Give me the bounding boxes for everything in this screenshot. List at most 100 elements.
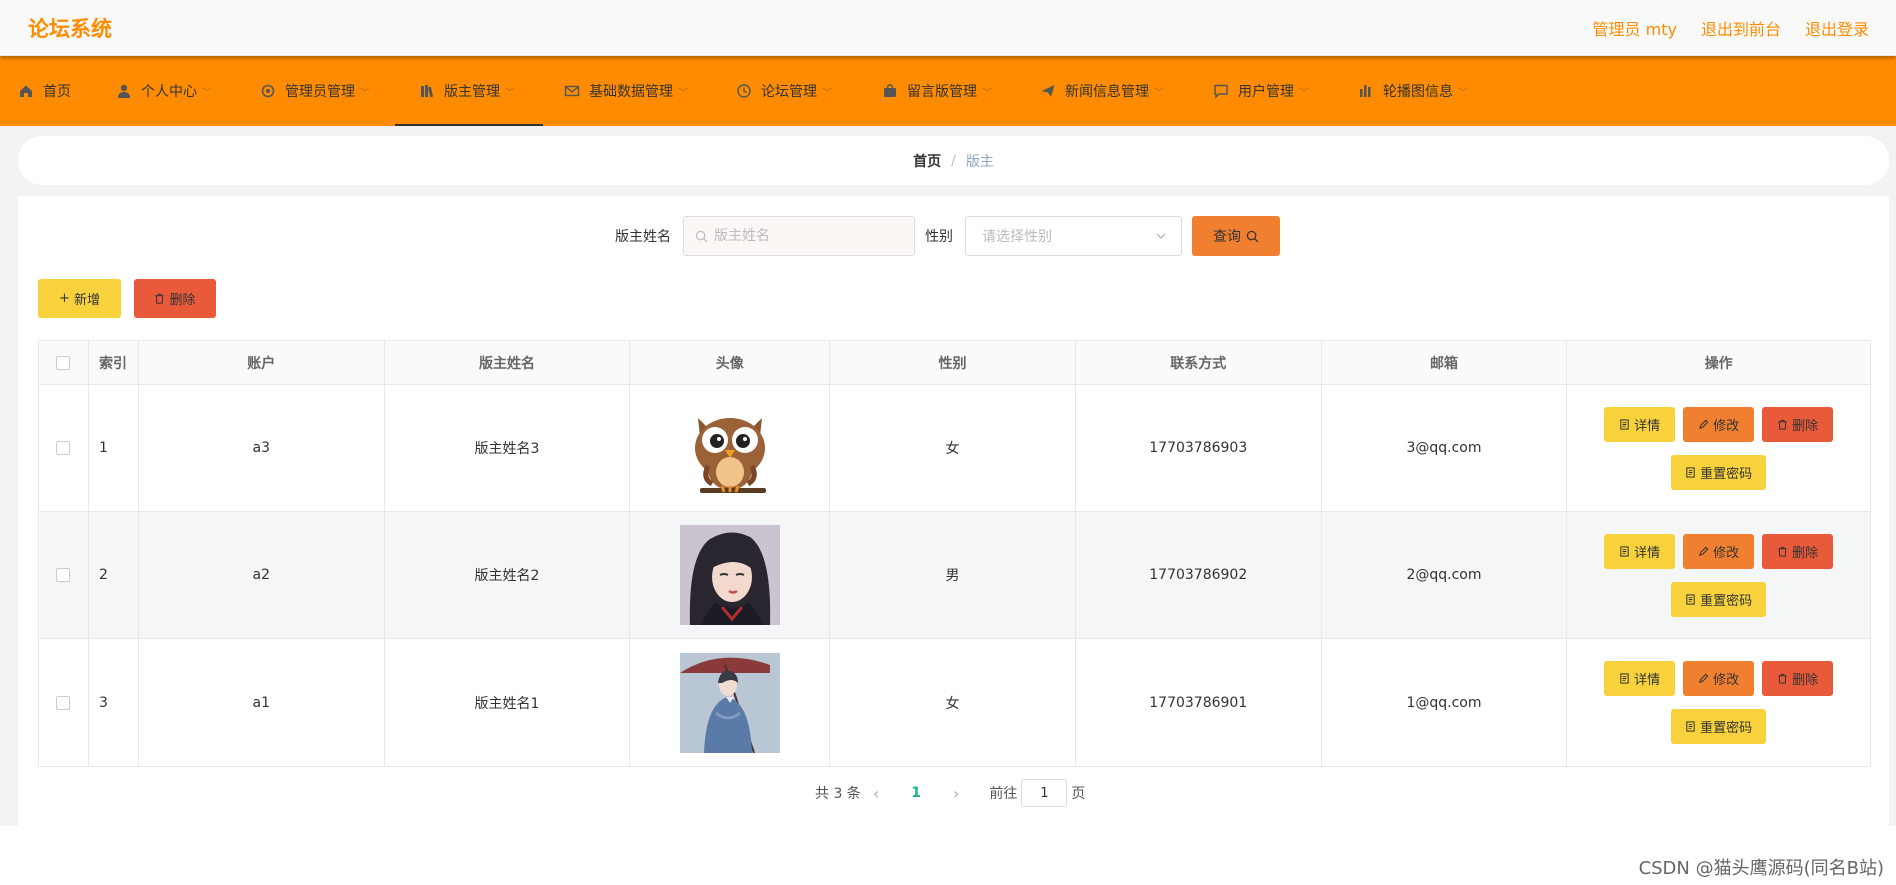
nav-label: 新闻信息管理 <box>1065 84 1149 100</box>
delete-button-label: 删除 <box>1792 418 1819 434</box>
breadcrumb-current: 版主 <box>965 153 994 170</box>
home-icon <box>18 83 34 99</box>
row-checkbox[interactable] <box>56 441 71 455</box>
nav-item-message-board[interactable]: 留言版管理 ﹀ <box>882 56 992 126</box>
name-search-field[interactable] <box>683 216 915 256</box>
chevron-down-icon: ﹀ <box>822 87 832 99</box>
detail-button[interactable]: 详情 <box>1604 661 1676 696</box>
nav-item-user-manage[interactable]: 用户管理 ﹀ <box>1213 56 1309 126</box>
delete-button[interactable]: 删除 <box>1762 533 1834 569</box>
reset-password-button[interactable]: 重置密码 <box>1671 581 1767 617</box>
bag-icon <box>882 83 898 99</box>
row-select-cell <box>39 512 89 638</box>
header-links: 管理员 mty 退出到前台 退出登录 <box>1593 16 1869 40</box>
document-icon <box>1686 721 1695 732</box>
painting-avatar-image <box>679 652 780 753</box>
nav-item-carousel-info[interactable]: 轮播图信息 ﹀ <box>1358 56 1468 126</box>
pencil-icon <box>1699 419 1709 429</box>
back-to-frontend-link[interactable]: 退出到前台 <box>1701 16 1781 40</box>
query-button-label: 查询 <box>1213 229 1241 245</box>
row-gender: 男 <box>830 512 1076 638</box>
delete-button[interactable]: 删除 <box>1762 406 1834 442</box>
main-nav: 首页 个人中心 ﹀ 管理员管理 ﹀ 版主管理 ﹀ 基础数据管理 ﹀ 论坛管理 ﹀… <box>0 56 1896 126</box>
row-email: 2@qq.com <box>1322 512 1568 638</box>
nav-label: 论坛管理 <box>761 84 817 100</box>
csdn-watermark: CSDN @猫头鹰源码(同名B站) <box>1638 858 1884 879</box>
row-avatar-cell <box>630 385 831 511</box>
chevron-down-icon: ﹀ <box>1299 87 1309 99</box>
search-icon <box>695 230 708 242</box>
nav-item-forum-manage[interactable]: 论坛管理 ﹀ <box>736 56 832 126</box>
trash-icon <box>1778 419 1787 430</box>
row-phone: 17703786903 <box>1076 385 1322 511</box>
col-header-phone: 联系方式 <box>1076 341 1322 384</box>
nav-label: 管理员管理 <box>285 84 355 100</box>
top-header: 论坛系统 管理员 mty 退出到前台 退出登录 <box>0 0 1896 56</box>
detail-button-label: 详情 <box>1634 673 1661 688</box>
row-index: 1 <box>89 385 139 511</box>
document-icon <box>1620 545 1629 557</box>
select-all-checkbox[interactable] <box>56 355 71 370</box>
chevron-down-icon: ﹀ <box>505 87 515 99</box>
nav-item-basic-data[interactable]: 基础数据管理 ﹀ <box>564 56 688 126</box>
gender-select-label: 性别 <box>925 229 953 245</box>
delete-button-label: 删除 <box>1792 545 1819 561</box>
goto-page-input[interactable] <box>1021 779 1068 807</box>
row-account: a2 <box>139 512 385 638</box>
bulk-delete-button[interactable]: 删除 <box>134 279 216 318</box>
logout-link[interactable]: 退出登录 <box>1805 16 1869 40</box>
edit-button[interactable]: 修改 <box>1683 533 1755 569</box>
col-header-actions: 操作 <box>1704 355 1733 372</box>
trash-icon <box>1778 546 1787 557</box>
reset-password-label: 重置密码 <box>1700 593 1753 609</box>
row-email: 3@qq.com <box>1322 385 1568 511</box>
document-icon <box>1620 673 1629 684</box>
detail-button[interactable]: 详情 <box>1604 406 1676 442</box>
admin-user-link[interactable]: 管理员 mty <box>1593 16 1677 40</box>
send-icon <box>1040 83 1056 99</box>
table-row: 2 a2 版主姓名2 男 17703786902 2@qq.com 详情 修改 <box>39 512 1870 639</box>
clock-icon <box>736 83 752 99</box>
row-checkbox[interactable] <box>56 695 71 710</box>
chevron-down-icon: ﹀ <box>360 87 370 99</box>
nav-item-news-manage[interactable]: 新闻信息管理 ﹀ <box>1040 56 1164 126</box>
moderator-table: 索引 账户 版主姓名 头像 性别 联系方式 邮箱 操作 1 a3 版主姓名3 女… <box>38 340 1871 767</box>
chart-icon <box>1358 83 1374 99</box>
gear-icon <box>260 83 276 99</box>
detail-button[interactable]: 详情 <box>1604 533 1676 569</box>
prev-page-icon[interactable]: ‹ <box>873 784 879 803</box>
query-button[interactable]: 查询 <box>1192 216 1280 256</box>
chevron-down-icon: ﹀ <box>202 87 212 99</box>
nav-item-admin-manage[interactable]: 管理员管理 ﹀ <box>260 56 370 126</box>
row-actions-line: 详情 修改 删除 <box>1604 406 1834 442</box>
gender-select[interactable]: 请选择性别 <box>965 216 1182 256</box>
delete-button[interactable]: 删除 <box>1762 661 1834 696</box>
books-icon <box>419 83 435 99</box>
select-all-cell <box>39 341 89 384</box>
delete-button-label: 删除 <box>1792 673 1819 688</box>
document-icon <box>1686 466 1695 478</box>
next-page-icon[interactable]: › <box>953 784 959 803</box>
page-number-current[interactable]: 1 <box>911 785 921 801</box>
breadcrumb-home[interactable]: 首页 <box>913 151 941 171</box>
row-account: a1 <box>139 639 385 766</box>
edit-button-label: 修改 <box>1713 673 1740 688</box>
pagination: 共 3 条 ‹ 1 › 前往 页 <box>815 779 1085 807</box>
bulk-actions: + 新增 删除 <box>38 279 216 318</box>
col-header-gender: 性别 <box>830 341 1076 384</box>
row-account: a3 <box>139 385 385 511</box>
row-gender: 女 <box>830 639 1076 766</box>
edit-button[interactable]: 修改 <box>1683 661 1755 696</box>
chevron-down-icon: ﹀ <box>982 87 992 99</box>
nav-item-personal-center[interactable]: 个人中心 ﹀ <box>116 56 212 126</box>
reset-password-button[interactable]: 重置密码 <box>1671 709 1767 744</box>
nav-item-home[interactable]: 首页 <box>18 56 71 126</box>
reset-password-button[interactable]: 重置密码 <box>1671 454 1767 490</box>
name-search-input[interactable] <box>714 228 894 244</box>
chevron-down-icon: ﹀ <box>678 87 688 99</box>
edit-button[interactable]: 修改 <box>1683 406 1755 442</box>
nav-item-moderator-manage[interactable]: 版主管理 ﹀ <box>395 56 543 126</box>
add-button[interactable]: + 新增 <box>38 279 121 318</box>
row-checkbox[interactable] <box>56 568 71 582</box>
row-avatar-cell <box>630 639 831 766</box>
